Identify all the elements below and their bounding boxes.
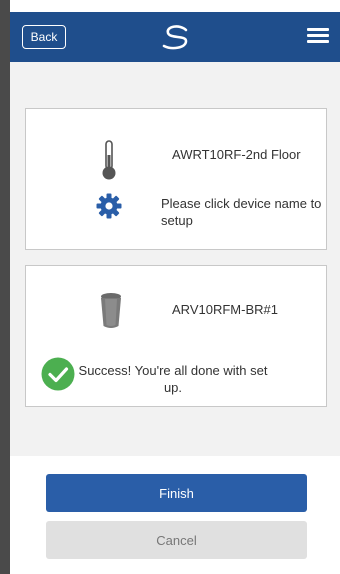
check-circle-icon xyxy=(41,357,75,391)
finish-button[interactable]: Finish xyxy=(46,474,307,512)
device-name-link[interactable]: AWRT10RF-2nd Floor xyxy=(172,147,301,162)
thermometer-icon xyxy=(102,140,116,180)
radiator-valve-icon xyxy=(101,293,121,328)
device-card: ARV10RFM-BR#1 Success! You're all done w… xyxy=(25,265,327,407)
device-list: AWRT10RF-2nd Floor Please click device n… xyxy=(10,62,340,456)
app-header: Back xyxy=(10,12,340,62)
top-strip xyxy=(10,0,340,12)
left-edge-rail xyxy=(0,0,10,574)
device-card: AWRT10RF-2nd Floor Please click device n… xyxy=(25,108,327,250)
status-message: Success! You're all done with set up. xyxy=(78,363,268,395)
hamburger-menu-icon[interactable] xyxy=(307,28,331,46)
cancel-button[interactable]: Cancel xyxy=(46,521,307,559)
device-name-link[interactable]: ARV10RFM-BR#1 xyxy=(172,302,278,317)
back-button[interactable]: Back xyxy=(22,25,66,49)
status-message: Please click device name to setup xyxy=(161,196,322,228)
brand-logo-icon xyxy=(162,25,188,50)
action-footer: Finish Cancel xyxy=(10,456,340,574)
gear-icon xyxy=(96,193,122,219)
